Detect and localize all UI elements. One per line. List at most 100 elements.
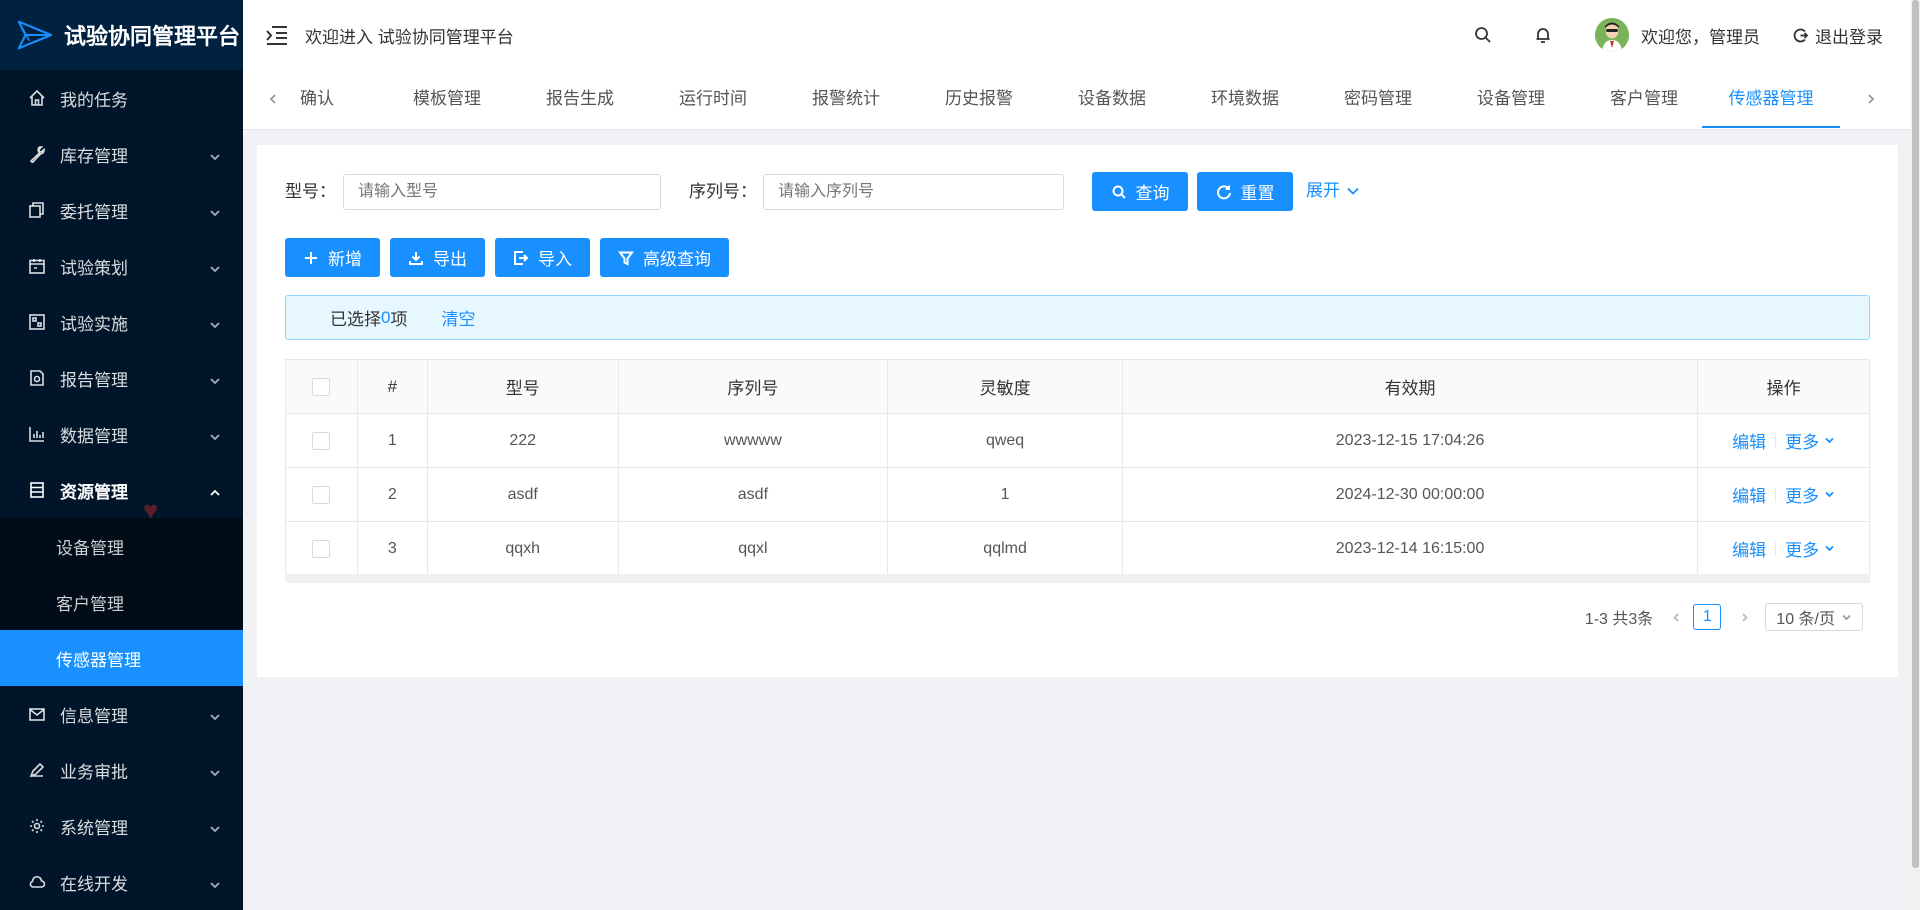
sidebar-item-resources[interactable]: 资源管理: [0, 462, 243, 518]
clear-selection-link[interactable]: 清空: [441, 305, 475, 330]
tab-template[interactable]: 模板管理: [407, 70, 487, 128]
expand-link[interactable]: 展开: [1306, 178, 1360, 204]
edit-link[interactable]: 编辑: [1732, 536, 1766, 561]
tab-sensors[interactable]: 传感器管理: [1702, 70, 1840, 128]
more-dropdown[interactable]: 更多: [1785, 536, 1835, 561]
chevron-down-icon: [209, 148, 221, 161]
user-greeting[interactable]: 欢迎您，管理员: [1641, 23, 1760, 48]
action-divider: [1775, 433, 1777, 448]
sidebar-subitem-equipment[interactable]: 设备管理: [0, 518, 243, 574]
row-checkbox[interactable]: [312, 539, 331, 558]
sidebar-item-messages[interactable]: 信息管理: [0, 686, 243, 742]
chevron-down-icon: [1825, 491, 1834, 498]
tab-run-time[interactable]: 运行时间: [673, 70, 753, 128]
sidebar-subitem-sensors[interactable]: 传感器管理: [0, 630, 243, 686]
reset-button[interactable]: 重置: [1197, 172, 1293, 211]
column-header-index: #: [358, 360, 428, 413]
import-button[interactable]: 导入: [495, 238, 590, 277]
tab-confirm[interactable]: 确认: [297, 70, 337, 128]
query-label: 查询: [1135, 184, 1170, 203]
model-label: 型号：: [285, 182, 336, 201]
content-card: 型号： 序列号： 查询 重置 展开 新增 导出 导入 高级查询 已选择 0 项 …: [257, 145, 1898, 677]
sidebar-item-inventory[interactable]: 库存管理: [0, 126, 243, 182]
sidebar-subitem-customers[interactable]: 客户管理: [0, 574, 243, 630]
select-all-checkbox[interactable]: [312, 377, 331, 396]
edit-link[interactable]: 编辑: [1732, 428, 1766, 453]
more-dropdown[interactable]: 更多: [1785, 428, 1835, 453]
tab-device-data[interactable]: 设备数据: [1072, 70, 1152, 128]
row-actions: 编辑 更多: [1698, 414, 1869, 467]
page-size-select[interactable]: 10 条/页: [1765, 603, 1863, 631]
sidebar-item-approval[interactable]: 业务审批: [0, 742, 243, 798]
table-horizontal-scrollbar[interactable]: [285, 574, 1870, 583]
table-row: 1 222 wwwww qweq 2023-12-15 17:04:26 编辑 …: [286, 414, 1869, 468]
page-number-current[interactable]: 1: [1693, 604, 1722, 630]
sidebar-item-system[interactable]: 系统管理: [0, 798, 243, 854]
selected-count: 0: [381, 307, 391, 327]
sidebar-item-data[interactable]: 数据管理: [0, 406, 243, 462]
copy-icon: [28, 201, 46, 219]
advanced-query-button[interactable]: 高级查询: [600, 238, 729, 277]
sensor-table: # 型号 序列号 灵敏度 有效期 操作 1 222 wwwww qweq 202…: [285, 359, 1870, 576]
bell-icon[interactable]: [1533, 25, 1553, 45]
menu-fold-icon[interactable]: [263, 21, 291, 49]
sidebar-item-test-planning[interactable]: 试验策划: [0, 238, 243, 294]
selection-alert: 已选择 0 项 清空: [285, 295, 1870, 340]
pagination-summary: 1-3 共3条: [1584, 611, 1654, 628]
tab-customers[interactable]: 客户管理: [1604, 70, 1684, 128]
next-page-icon[interactable]: [1731, 604, 1757, 630]
export-button[interactable]: 导出: [390, 238, 485, 277]
sidebar-item-report[interactable]: 报告管理: [0, 350, 243, 406]
sidebar-item-test-execution[interactable]: 试验实施: [0, 294, 243, 350]
column-header-model[interactable]: 型号: [428, 360, 619, 413]
tab-equipment[interactable]: 设备管理: [1471, 70, 1551, 128]
sidebar-item-online-dev[interactable]: 在线开发: [0, 854, 243, 910]
mail-icon: [28, 705, 46, 723]
page-scrollbar-thumb[interactable]: [1912, 0, 1919, 868]
serial-input[interactable]: [763, 174, 1064, 210]
add-button[interactable]: 新增: [285, 238, 380, 277]
prev-page-icon[interactable]: [1663, 604, 1689, 630]
search-icon[interactable]: [1473, 25, 1493, 45]
row-model: qqxh: [428, 522, 619, 575]
tab-alarm-stats[interactable]: 报警统计: [806, 70, 886, 128]
row-actions: 编辑 更多: [1698, 522, 1869, 575]
chevron-down-icon: [209, 372, 221, 385]
column-header-expiry[interactable]: 有效期: [1123, 360, 1699, 413]
row-serial: qqxl: [619, 522, 889, 575]
sidebar-item-label: 试验策划: [60, 258, 128, 278]
chevron-up-icon: [209, 484, 221, 496]
logo[interactable]: 试验协同管理平台: [0, 0, 243, 70]
logout-button[interactable]: 退出登录: [1792, 23, 1883, 48]
sidebar-item-my-tasks[interactable]: 我的任务: [0, 70, 243, 126]
row-expiry: 2024-12-30 00:00:00: [1123, 468, 1699, 521]
grid-icon: [28, 313, 46, 331]
row-index: 2: [358, 468, 428, 521]
row-sensitivity: qqlmd: [888, 522, 1123, 575]
sidebar-item-label: 委托管理: [60, 202, 128, 222]
query-button[interactable]: 查询: [1092, 172, 1188, 211]
tab-alarm-history[interactable]: 历史报警: [939, 70, 1019, 128]
alert-prefix: 已选择: [330, 310, 381, 329]
tab-password[interactable]: 密码管理: [1338, 70, 1418, 128]
action-divider: [1775, 541, 1777, 556]
more-dropdown[interactable]: 更多: [1785, 482, 1835, 507]
column-header-sensitivity[interactable]: 灵敏度: [888, 360, 1123, 413]
pagination: 1-3 共3条 1 10 条/页: [1585, 601, 1863, 633]
row-index: 3: [358, 522, 428, 575]
sidebar-item-commission[interactable]: 委托管理: [0, 182, 243, 238]
chevron-down-icon: [209, 708, 221, 721]
tab-report-generation[interactable]: 报告生成: [540, 70, 620, 128]
column-header-serial[interactable]: 序列号: [619, 360, 889, 413]
model-input[interactable]: [343, 174, 661, 210]
row-checkbox[interactable]: [312, 485, 331, 504]
tabs-scroll-right-icon[interactable]: [1851, 70, 1891, 128]
edit-link[interactable]: 编辑: [1732, 482, 1766, 507]
avatar[interactable]: [1595, 18, 1629, 52]
tabs-scroll-left-icon[interactable]: [253, 70, 293, 128]
tab-environment-data[interactable]: 环境数据: [1205, 70, 1285, 128]
import-label: 导入: [538, 250, 572, 269]
row-checkbox[interactable]: [312, 431, 331, 450]
tabs-list: 确认 模板管理 报告生成 运行时间 报警统计 历史报警 设备数据 环境数据 密码…: [297, 70, 1847, 128]
chevron-down-icon: [1347, 187, 1359, 195]
